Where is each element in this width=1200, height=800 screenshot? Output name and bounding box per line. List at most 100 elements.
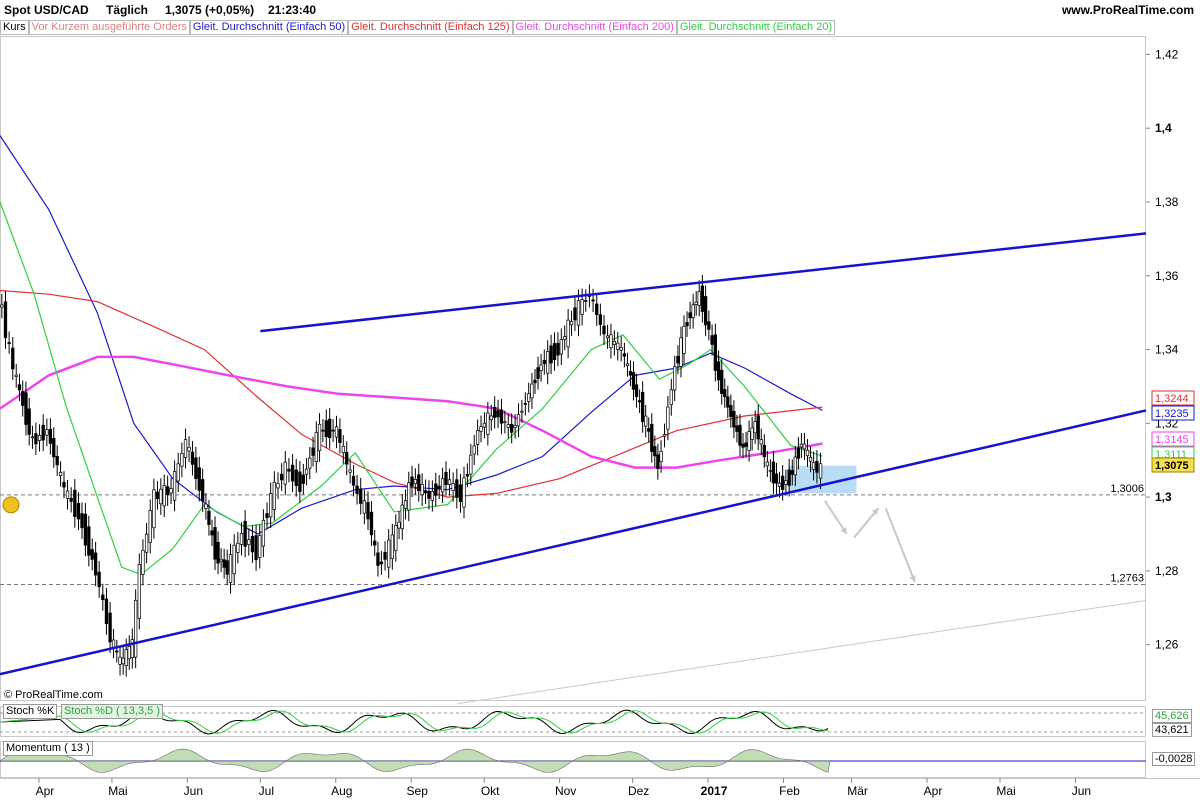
candle-body — [768, 469, 773, 472]
candle-body — [793, 456, 797, 476]
candle-body — [799, 443, 804, 448]
candle-body — [294, 469, 298, 486]
candle-body — [45, 429, 49, 436]
candle-body — [345, 452, 349, 465]
candle-body — [506, 424, 510, 428]
candle-body — [679, 337, 683, 367]
candle-body — [559, 339, 563, 355]
candle-body — [738, 424, 742, 446]
candle-body — [311, 447, 315, 456]
candle-body — [486, 412, 490, 435]
candle-body — [533, 379, 537, 384]
lower-trendline — [0, 409, 1147, 676]
ma125-badge-text: 1,3244 — [1155, 393, 1189, 405]
price-chart[interactable]: 1,261,281,31,321,341,361,381,41,42Apr Mai… — [0, 0, 1200, 800]
candle-body — [573, 307, 577, 321]
candle-body — [447, 479, 452, 485]
candle-body — [133, 599, 138, 658]
candle-body — [644, 415, 648, 427]
y-tick-label: 1,34 — [1155, 343, 1179, 357]
stoch-k-label: Stoch %K — [3, 704, 58, 719]
candle-body — [410, 476, 414, 487]
candle-body — [765, 461, 769, 467]
candle-body — [720, 369, 724, 394]
y-tick-label: 1,3 — [1155, 490, 1172, 504]
candle-body — [403, 500, 408, 509]
x-tick-label: Nov — [555, 784, 576, 798]
candle-body — [805, 449, 810, 457]
candle-body — [24, 392, 28, 425]
candle-body — [348, 469, 352, 473]
candle-body — [423, 490, 428, 494]
candle-body — [290, 464, 295, 482]
candle-body — [216, 541, 220, 564]
candle-body — [83, 513, 88, 546]
candle-body — [58, 471, 63, 476]
candle-body — [165, 486, 170, 496]
stoch-d-label: Stoch %D ( 13,3,5 ) — [61, 704, 163, 719]
candle-body — [576, 300, 581, 326]
ma50-badge-text: 1,3235 — [1155, 408, 1189, 420]
y-tick-label: 1,38 — [1155, 195, 1179, 209]
candle-body — [254, 535, 258, 561]
momentum-area — [0, 748, 831, 773]
candle-body — [735, 425, 739, 432]
candle-body — [334, 426, 339, 438]
projection-arrow — [884, 507, 916, 583]
candle-body — [41, 424, 45, 441]
candle-body — [376, 552, 380, 566]
candle-body — [324, 420, 328, 438]
alert-bell-icon — [2, 496, 20, 514]
candle-body — [265, 513, 269, 519]
stoch-d-value: 45,626 — [1152, 709, 1192, 723]
candle-body — [27, 408, 31, 435]
stoch-k-value: 43,621 — [1152, 723, 1192, 737]
candle-body — [694, 301, 698, 305]
candle-body — [48, 428, 53, 444]
candle-body — [338, 429, 342, 443]
candle-body — [723, 389, 727, 398]
candle-body — [121, 657, 125, 665]
candle-body — [420, 484, 424, 496]
candle-body — [97, 571, 101, 588]
candle-body — [493, 406, 497, 418]
candle-body — [187, 446, 191, 452]
candle-body — [625, 363, 630, 366]
candle-body — [713, 334, 717, 371]
candle-body — [455, 479, 459, 498]
candle-body — [93, 552, 98, 576]
candle-body — [104, 598, 109, 625]
candle-body — [656, 454, 660, 469]
ma50-line — [0, 135, 823, 535]
candle-body — [30, 436, 35, 439]
candle-body — [527, 393, 531, 402]
candle-body — [387, 539, 391, 568]
level-label: 1,2763 — [1110, 573, 1144, 585]
candle-body — [243, 520, 247, 547]
candle-body — [631, 372, 636, 390]
candle-body — [444, 472, 448, 486]
candle-body — [101, 594, 105, 601]
candle-body — [219, 558, 223, 562]
candle-body — [741, 443, 745, 448]
y-tick-label: 1,36 — [1155, 269, 1179, 283]
candle-body — [563, 336, 567, 340]
candle-body — [759, 439, 763, 445]
candle-body — [108, 612, 112, 643]
candle-body — [482, 422, 487, 428]
candle-body — [144, 533, 149, 553]
ma200-badge-text: 1,3145 — [1155, 434, 1189, 446]
candle-body — [331, 429, 335, 432]
candle-body — [650, 423, 654, 452]
candle-body — [118, 656, 122, 665]
candle-body — [394, 524, 398, 552]
candle-body — [210, 530, 214, 536]
candle-body — [190, 451, 195, 465]
x-tick-label: Aug — [331, 784, 352, 798]
candle-body — [194, 457, 198, 480]
candle-body — [87, 526, 91, 556]
candle-body — [622, 353, 627, 357]
candle-body — [744, 442, 748, 447]
candle-body — [707, 321, 711, 330]
candle-body — [552, 343, 557, 361]
